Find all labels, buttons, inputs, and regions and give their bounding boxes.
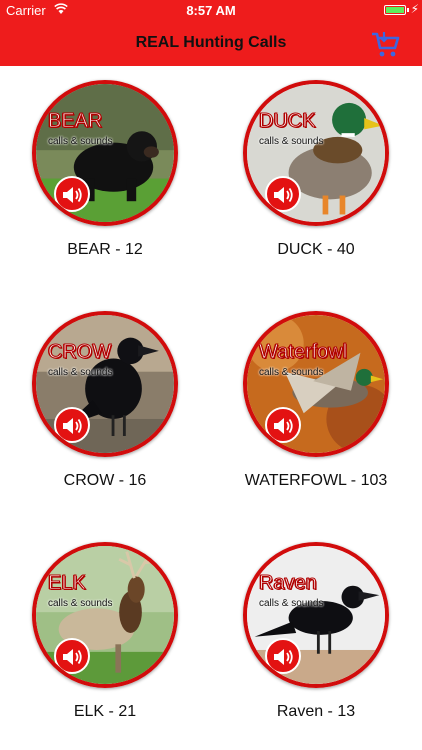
play-sound-button[interactable] — [265, 407, 301, 443]
animal-name: Raven — [259, 572, 318, 595]
play-sound-button[interactable] — [54, 638, 90, 674]
animal-caption: ELK - 21 — [73, 703, 137, 720]
animal-subtitle: calls & sounds — [48, 136, 113, 147]
speaker-icon — [274, 418, 293, 434]
charging-icon: ⚡ — [410, 2, 419, 16]
play-sound-button[interactable] — [54, 407, 90, 443]
animal-image-elk[interactable]: ELK calls & sounds — [32, 542, 178, 688]
battery-tip — [407, 8, 409, 12]
animal-caption: BEAR - 12 — [67, 241, 143, 258]
animal-subtitle: calls & sounds — [259, 136, 324, 147]
speaker-icon — [63, 649, 82, 665]
animal-name: BEAR — [47, 110, 103, 133]
animal-subtitle: calls & sounds — [259, 367, 324, 378]
speaker-icon — [274, 187, 293, 203]
animal-name: ELK — [48, 572, 87, 595]
page-title: REAL Hunting Calls — [135, 34, 287, 51]
animal-name: DUCK — [259, 110, 317, 133]
animal-subtitle: calls & sounds — [48, 367, 113, 378]
animal-name: CROW — [47, 341, 112, 364]
animal-subtitle: calls & sounds — [48, 598, 113, 609]
animal-image-waterfowl[interactable]: Waterfowl calls & sounds — [243, 311, 389, 457]
animal-caption: Raven - 13 — [276, 703, 356, 720]
speaker-icon — [63, 187, 82, 203]
animal-caption: DUCK - 40 — [277, 241, 355, 258]
animal-caption: CROW - 16 — [63, 472, 147, 489]
nav-bar: REAL Hunting Calls — [0, 22, 422, 66]
animal-caption: WATERFOWL - 103 — [244, 472, 388, 489]
animal-image-crow[interactable]: CROW calls & sounds — [32, 311, 178, 457]
status-time: 8:57 AM — [186, 3, 236, 18]
animal-image-duck[interactable]: DUCK calls & sounds — [243, 80, 389, 226]
play-sound-button[interactable] — [265, 638, 301, 674]
speaker-icon — [274, 649, 293, 665]
play-sound-button[interactable] — [54, 176, 90, 212]
play-sound-button[interactable] — [265, 176, 301, 212]
battery-icon — [384, 5, 406, 15]
animal-image-bear[interactable]: BEAR calls & sounds — [32, 80, 178, 226]
animal-name: Waterfowl — [258, 341, 348, 364]
shopping-cart-icon[interactable] — [370, 29, 400, 59]
speaker-icon — [63, 418, 82, 434]
animal-image-raven[interactable]: Raven calls & sounds — [243, 542, 389, 688]
animal-subtitle: calls & sounds — [259, 598, 324, 609]
status-bar: Carrier 8:57 AM ⚡ — [0, 0, 422, 22]
